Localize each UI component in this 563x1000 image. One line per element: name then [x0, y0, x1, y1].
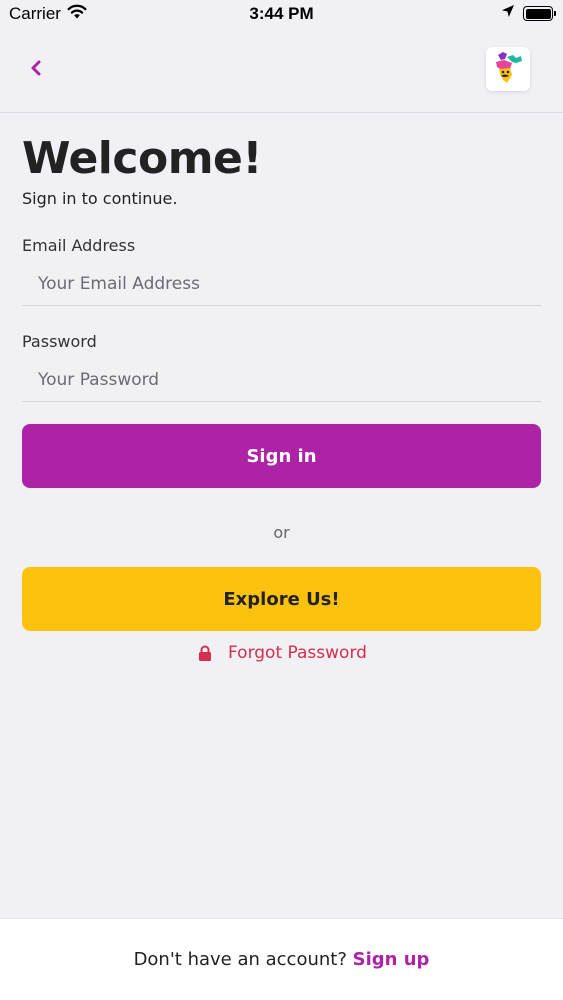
signup-prompt-text: Don't have an account?	[133, 949, 347, 970]
signup-footer: Don't have an account? Sign up	[0, 918, 563, 1000]
status-right	[501, 4, 556, 23]
location-arrow-icon	[501, 4, 515, 23]
email-label: Email Address	[22, 236, 136, 255]
signup-prompt-row: Don't have an account? Sign up	[0, 949, 563, 970]
status-bar: Carrier 3:44 PM	[0, 0, 563, 30]
clock: 3:44 PM	[249, 4, 314, 23]
or-divider-text: or	[273, 523, 290, 542]
sign-in-button[interactable]: Sign in	[22, 424, 541, 488]
app-logo	[486, 47, 530, 91]
page-subtitle: Sign in to continue.	[22, 189, 178, 208]
back-button[interactable]	[22, 54, 50, 82]
sign-up-link[interactable]: Sign up	[353, 949, 430, 970]
email-field[interactable]	[22, 262, 541, 306]
lock-icon	[199, 645, 211, 661]
india-map-mascot-icon	[496, 52, 522, 83]
password-label: Password	[22, 332, 97, 351]
nav-bar	[0, 30, 563, 113]
forgot-password-label: Forgot Password	[228, 643, 367, 663]
forgot-password-link[interactable]: Forgot Password	[198, 643, 367, 663]
password-field[interactable]	[22, 358, 541, 402]
battery-icon	[523, 6, 556, 21]
page-title: Welcome!	[22, 133, 262, 184]
explore-button[interactable]: Explore Us!	[22, 567, 541, 631]
chevron-left-icon	[31, 60, 41, 76]
